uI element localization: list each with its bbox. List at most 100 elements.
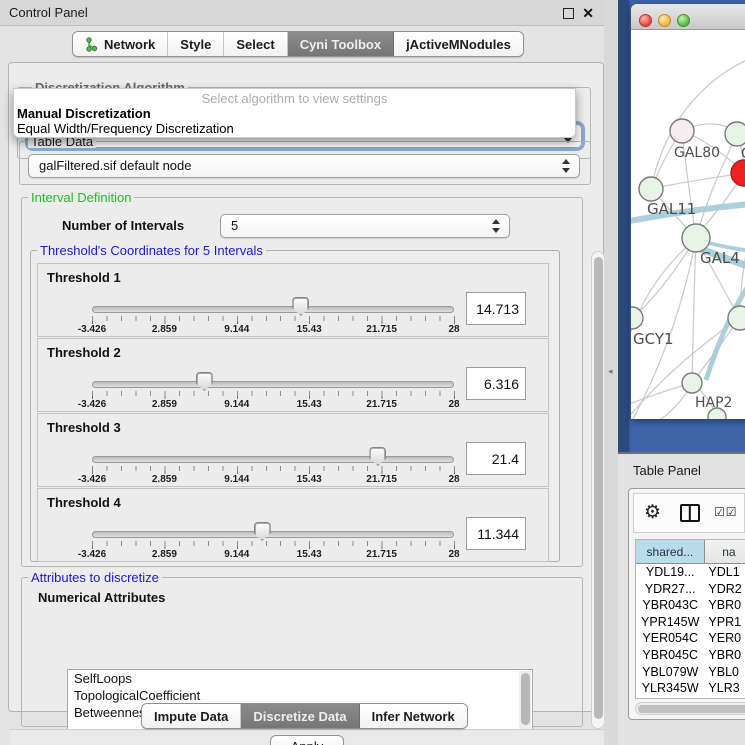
table-cell: YDR2 (704, 581, 745, 598)
network-canvas[interactable]: GAL80 GA C GAL11 GAL4 GCY1 H HAP2 (631, 30, 745, 419)
table-row[interactable]: YBL079WYBL0 (636, 664, 745, 681)
slider-tick-label: 9.144 (224, 399, 249, 410)
zoom-traffic-light-icon[interactable] (677, 14, 690, 27)
app-window: Control Panel ✕ Network Style Select Cyn… (0, 0, 745, 745)
slider-tick-label: -3.426 (78, 474, 106, 485)
list-scrollbar[interactable] (519, 671, 531, 731)
node-selected-red[interactable] (731, 160, 745, 186)
threshold-4-slider-track[interactable] (92, 531, 454, 538)
table-row[interactable]: YLR345WYLR3 (636, 680, 745, 697)
table-cell: YER0 (704, 630, 745, 647)
tab-select[interactable]: Select (224, 32, 287, 56)
tab-impute-data[interactable]: Impute Data (142, 704, 241, 728)
slider-tick-label: 28 (448, 549, 459, 560)
node-gal80[interactable] (670, 119, 694, 143)
slider-tick-label: 9.144 (224, 549, 249, 560)
node-gal11[interactable] (639, 177, 663, 201)
algorithm-option-equal-width[interactable]: Equal Width/Frequency Discretization (17, 121, 234, 136)
table-cell: YBR045C (636, 647, 704, 664)
number-of-intervals-value: 5 (231, 218, 238, 233)
tab-cyni-toolbox-label: Cyni Toolbox (300, 37, 381, 52)
table-row[interactable]: YBR043CYBR0 (636, 597, 745, 614)
node-table: shared... na YDL19...YDL1YDR27...YDR2YBR… (635, 539, 745, 699)
threshold-1-slider-track[interactable] (92, 306, 454, 313)
table-row[interactable]: YER054CYER0 (636, 630, 745, 647)
table-data-group: Table Data galFiltered.sif default node (19, 141, 591, 185)
table-horizontal-scrollbar[interactable] (635, 702, 745, 715)
tab-style[interactable]: Style (168, 32, 224, 56)
column-header-name[interactable]: na (705, 540, 745, 563)
tab-cyni-toolbox[interactable]: Cyni Toolbox (288, 32, 394, 56)
thresholds-group-label: Threshold's Coordinates for 5 Intervals (37, 244, 266, 257)
table-cell: YBR0 (704, 597, 745, 614)
threshold-2-slider-track[interactable] (92, 381, 454, 388)
splitter-handle-icon[interactable]: ◂ (608, 366, 613, 377)
threshold-1-value-field[interactable] (466, 292, 526, 325)
slider-tick-label: 15.43 (297, 474, 322, 485)
close-icon[interactable]: ✕ (582, 4, 594, 22)
tab-network[interactable]: Network (73, 32, 168, 56)
threshold-3-value-field[interactable] (466, 442, 526, 475)
close-traffic-light-icon[interactable] (639, 14, 652, 27)
threshold-2-slider-thumb[interactable] (196, 372, 213, 391)
column-header-shared[interactable]: shared... (636, 540, 705, 563)
network-graph: GAL80 GA C GAL11 GAL4 GCY1 H HAP2 (631, 30, 745, 419)
control-panel-title: Control Panel (9, 5, 88, 20)
float-window-icon[interactable] (563, 8, 574, 19)
table-row[interactable]: YPR145WYPR1 (636, 614, 745, 631)
network-window-titlebar (631, 4, 745, 30)
interval-definition-group-label: Interval Definition (28, 191, 134, 204)
table-data-combobox[interactable]: galFiltered.sif default node (28, 154, 580, 178)
node-hap2[interactable] (682, 373, 702, 393)
threshold-4-label: Threshold 4 (47, 495, 121, 510)
table-row[interactable]: YDR27...YDR2 (636, 581, 745, 598)
node[interactable] (725, 122, 745, 146)
table-cell: YBR043C (636, 597, 704, 614)
control-panel: Control Panel ✕ Network Style Select Cyn… (0, 0, 604, 745)
slider-tick-label: 9.144 (224, 474, 249, 485)
gear-icon[interactable]: ⚙ (644, 501, 661, 524)
threshold-4-value-field[interactable] (466, 517, 526, 550)
threshold-2-value-field[interactable] (466, 367, 526, 400)
split-pane-icon[interactable] (680, 504, 700, 522)
threshold-4-panel: Threshold 4 -3.4262.8599.14415.4321.7152… (37, 488, 549, 562)
tab-discretize-data[interactable]: Discretize Data (241, 704, 359, 728)
checkbox-checked-icons[interactable]: ☑☑ (714, 505, 738, 519)
threshold-3-panel: Threshold 3 -3.4262.8599.14415.4321.7152… (37, 413, 549, 487)
algorithm-option-manual[interactable]: Manual Discretization (17, 106, 151, 121)
table-cell: YBL0 (704, 664, 745, 681)
numerical-attributes-label: Numerical Attributes (38, 590, 165, 605)
apply-button[interactable]: Apply (270, 735, 344, 745)
content-scrollbar[interactable] (591, 251, 605, 729)
threshold-4-slider-thumb[interactable] (254, 522, 271, 541)
node-label-partial: GA (741, 146, 745, 162)
node-gal4[interactable] (682, 224, 710, 252)
table-cell: YDR27... (636, 581, 704, 598)
minimize-traffic-light-icon[interactable] (658, 14, 671, 27)
list-item[interactable]: TopologicalCoefficient (68, 687, 532, 704)
table-cell: YLR345W (636, 680, 704, 697)
threshold-3-slider-track[interactable] (92, 456, 454, 463)
table-cell: YIL0 (704, 697, 745, 699)
table-row[interactable]: YIL052CYIL0 (636, 697, 745, 699)
table-cell: YBL079W (636, 664, 704, 681)
list-item[interactable]: SelfLoops (68, 670, 532, 687)
slider-tick-label: 15.43 (297, 399, 322, 410)
threshold-1-slider-thumb[interactable] (292, 297, 309, 316)
threshold-1-label: Threshold 1 (47, 270, 121, 285)
node-label-gal4: GAL4 (700, 249, 740, 267)
node-label-hap2: HAP2 (695, 395, 732, 411)
node[interactable] (728, 306, 745, 330)
tab-jactivemnodules[interactable]: jActiveMNodules (394, 32, 523, 56)
tab-infer-network[interactable]: Infer Network (360, 704, 467, 728)
table-row[interactable]: YDL19...YDL1 (636, 564, 745, 581)
tab-jactivemnodules-label: jActiveMNodules (406, 37, 511, 52)
network-nodes (631, 119, 745, 419)
slider-minor-ticks (92, 541, 456, 546)
number-of-intervals-combobox[interactable]: 5 (220, 214, 510, 238)
threshold-3-slider-thumb[interactable] (369, 447, 386, 466)
table-row[interactable]: YBR045CYBR0 (636, 647, 745, 664)
algorithm-placeholder: Select algorithm to view settings (14, 91, 575, 106)
slider-tick-label: 15.43 (297, 549, 322, 560)
slider-tick-label: 28 (448, 474, 459, 485)
